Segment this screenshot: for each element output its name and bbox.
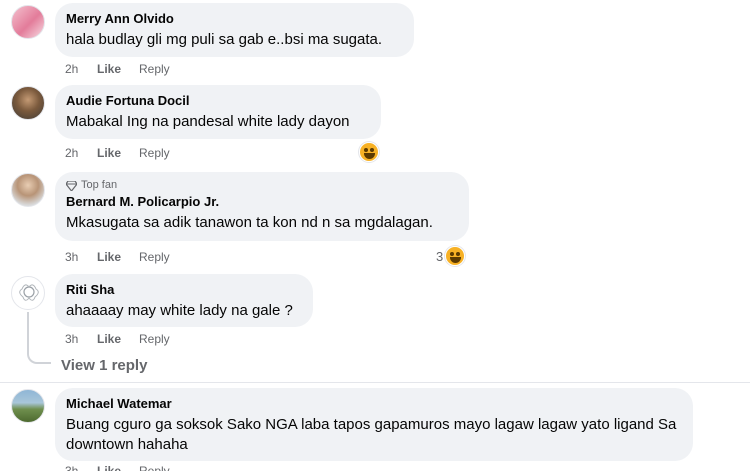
like-button[interactable]: Like: [97, 331, 139, 347]
view-replies-link[interactable]: View 1 reply: [61, 357, 147, 374]
like-button[interactable]: Like: [97, 249, 139, 265]
comment-author[interactable]: Audie Fortuna Docil: [66, 93, 369, 109]
haha-emoji-icon: [445, 246, 466, 266]
like-button[interactable]: Like: [97, 145, 139, 161]
top-fan-label: Top fan: [81, 179, 118, 191]
avatar[interactable]: [11, 276, 45, 310]
comment-text: Buang cguro ga soksok Sako NGA laba tapo…: [66, 416, 677, 453]
comment-text: ahaaaay may white lady na gale ?: [66, 302, 293, 319]
comment-text: hala budlay gli mg puli sa gab e..bsi ma…: [66, 31, 383, 48]
reaction-summary[interactable]: [359, 142, 379, 162]
avatar[interactable]: [11, 173, 45, 207]
comment-bubble: Top fan Bernard M. Policarpio Jr. Mkasug…: [55, 172, 469, 241]
comment-actions: 3h Like Reply: [65, 249, 170, 265]
diamond-icon: [66, 180, 77, 191]
comment-time[interactable]: 3h: [65, 249, 97, 265]
comment-bubble: Merry Ann Olvido hala budlay gli mg puli…: [55, 3, 414, 57]
reply-button[interactable]: Reply: [139, 331, 170, 347]
flower-sketch-icon: [19, 284, 39, 301]
reply-button[interactable]: Reply: [139, 145, 170, 161]
top-fan-badge: Top fan: [66, 179, 457, 192]
reaction-summary[interactable]: 3: [436, 246, 466, 266]
comment-actions: 3h Like Reply: [65, 331, 170, 347]
comment-time[interactable]: 3h: [65, 463, 97, 471]
comment-actions: 2h Like Reply: [65, 145, 170, 161]
comment-text: Mkasugata sa adik tanawon ta kon nd n sa…: [66, 214, 433, 231]
comment-actions: 2h Like Reply: [65, 61, 170, 77]
comment-time[interactable]: 2h: [65, 145, 97, 161]
haha-emoji-icon: [359, 142, 379, 162]
comment-author[interactable]: Riti Sha: [66, 282, 301, 298]
comment-bubble: Michael Watemar Buang cguro ga soksok Sa…: [55, 388, 693, 461]
comment-time[interactable]: 2h: [65, 61, 97, 77]
reply-button[interactable]: Reply: [139, 463, 170, 471]
avatar[interactable]: [11, 389, 45, 423]
comment-author[interactable]: Merry Ann Olvido: [66, 11, 402, 27]
avatar[interactable]: [11, 86, 45, 120]
comment-author[interactable]: Bernard M. Policarpio Jr.: [66, 194, 457, 210]
thread-connector: [27, 312, 51, 364]
avatar[interactable]: [11, 5, 45, 39]
like-button[interactable]: Like: [97, 61, 139, 77]
reply-button[interactable]: Reply: [139, 249, 170, 265]
comment-bubble: Riti Sha ahaaaay may white lady na gale …: [55, 274, 313, 327]
reaction-count: 3: [436, 248, 444, 264]
reply-button[interactable]: Reply: [139, 61, 170, 77]
comment-author[interactable]: Michael Watemar: [66, 396, 681, 412]
comment-actions: 3h Like Reply: [65, 463, 170, 471]
comment-bubble: Audie Fortuna Docil Mabakal Ing na pande…: [55, 85, 381, 139]
like-button[interactable]: Like: [97, 463, 139, 471]
comment-time[interactable]: 3h: [65, 331, 97, 347]
comment-text: Mabakal Ing na pandesal white lady dayon: [66, 113, 350, 130]
divider: [0, 382, 750, 383]
